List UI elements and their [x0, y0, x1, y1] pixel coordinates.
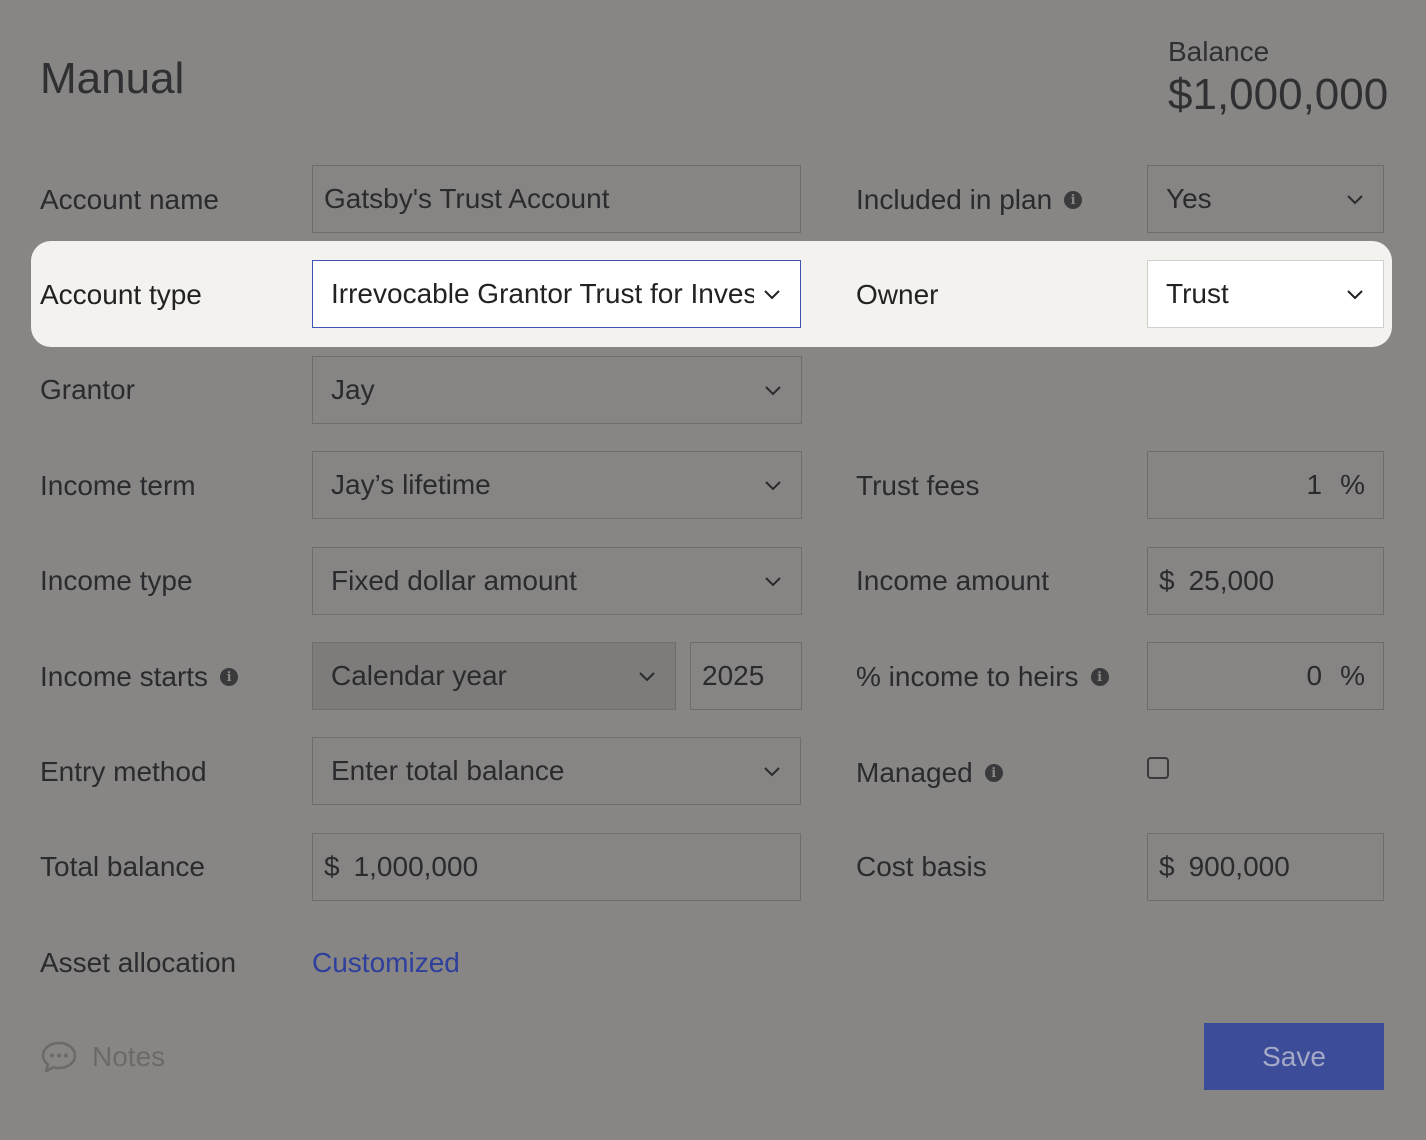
total-balance-value: 1,000,000	[353, 851, 479, 882]
grantor-label: Grantor	[40, 374, 135, 405]
chevron-down-icon	[765, 577, 781, 587]
info-icon[interactable]: i	[1090, 668, 1109, 686]
income-type-select[interactable]: Fixed dollar amount	[312, 547, 802, 615]
currency-sign: $	[324, 851, 340, 882]
income-type-label: Income type	[40, 565, 193, 596]
page-title: Manual	[40, 54, 185, 103]
cost-basis-value: 900,000	[1188, 851, 1290, 882]
income-to-heirs-label-text: % income to heirs	[856, 661, 1079, 692]
trust-fees-value: 1	[1306, 469, 1323, 500]
account-type-label: Account type	[40, 279, 202, 310]
chevron-down-icon	[764, 767, 780, 777]
info-icon[interactable]: i	[1064, 191, 1083, 209]
balance-label: Balance	[1168, 36, 1270, 67]
income-amount-value: 25,000	[1188, 565, 1275, 596]
income-term-value: Jay’s lifetime	[331, 469, 491, 500]
info-icon[interactable]: i	[984, 764, 1003, 782]
account-name-value: Gatsby's Trust Account	[324, 183, 610, 214]
cost-basis-input[interactable]: $ 900,000	[1147, 833, 1384, 901]
info-icon[interactable]: i	[220, 668, 239, 686]
account-name-label: Account name	[40, 184, 219, 215]
included-in-plan-label-text: Included in plan	[856, 184, 1053, 215]
grantor-select[interactable]: Jay	[312, 356, 802, 424]
chevron-down-icon	[1347, 195, 1363, 205]
total-balance-label: Total balance	[40, 851, 206, 882]
included-in-plan-label: Included in plan i	[856, 166, 1083, 234]
chevron-down-icon	[765, 481, 781, 491]
income-term-label: Income term	[40, 470, 196, 501]
trust-fees-label: Trust fees	[856, 470, 980, 501]
chevron-down-icon	[1347, 290, 1363, 300]
account-type-value: Irrevocable Grantor Trust for Inves	[331, 278, 754, 309]
income-starts-value: Calendar year	[331, 660, 507, 691]
asset-allocation-label: Asset allocation	[40, 947, 237, 978]
income-term-select[interactable]: Jay’s lifetime	[312, 451, 802, 519]
grantor-value: Jay	[331, 374, 375, 405]
cost-basis-label: Cost basis	[856, 851, 987, 882]
balance-value: $1,000,000	[1168, 70, 1389, 119]
percent-sign: %	[1340, 660, 1365, 691]
chevron-down-icon	[765, 386, 781, 396]
income-to-heirs-input[interactable]: 0 %	[1147, 642, 1384, 710]
trust-fees-input[interactable]: 1 %	[1147, 451, 1384, 519]
owner-select[interactable]: Trust	[1147, 260, 1384, 328]
account-name-input[interactable]: Gatsby's Trust Account	[312, 165, 801, 233]
entry-method-value: Enter total balance	[331, 755, 565, 786]
percent-sign: %	[1340, 469, 1365, 500]
chevron-down-icon	[764, 290, 780, 300]
income-starts-year: 2025	[702, 660, 765, 691]
currency-sign: $	[1159, 851, 1175, 882]
owner-label: Owner	[856, 279, 939, 310]
income-to-heirs-label: % income to heirs i	[856, 643, 1109, 711]
owner-value: Trust	[1166, 278, 1229, 309]
included-in-plan-select[interactable]: Yes	[1147, 165, 1384, 233]
income-amount-label: Income amount	[856, 565, 1049, 596]
managed-checkbox[interactable]	[1147, 757, 1169, 779]
account-type-select[interactable]: Irrevocable Grantor Trust for Inves	[312, 260, 801, 328]
income-amount-input[interactable]: $ 25,000	[1147, 547, 1384, 615]
notes-label: Notes	[92, 1041, 166, 1072]
managed-label: Managed i	[856, 739, 1003, 807]
income-starts-year-input[interactable]: 2025	[690, 642, 802, 710]
currency-sign: $	[1159, 565, 1175, 596]
total-balance-input[interactable]: $ 1,000,000	[312, 833, 801, 901]
notes-button[interactable]: Notes	[40, 1040, 165, 1074]
income-starts-select[interactable]: Calendar year	[312, 642, 676, 710]
chevron-down-icon	[639, 672, 655, 682]
managed-label-text: Managed	[856, 757, 973, 788]
save-button[interactable]: Save	[1204, 1023, 1384, 1090]
included-in-plan-value: Yes	[1166, 183, 1212, 214]
speech-bubble-icon	[41, 1041, 77, 1073]
asset-allocation-link[interactable]: Customized	[312, 929, 460, 997]
entry-method-label: Entry method	[40, 756, 207, 787]
income-type-value: Fixed dollar amount	[331, 565, 577, 596]
entry-method-select[interactable]: Enter total balance	[312, 737, 801, 805]
income-starts-label-text: Income starts	[40, 661, 209, 692]
income-to-heirs-value: 0	[1306, 660, 1323, 691]
income-starts-label: Income starts i	[40, 643, 239, 711]
